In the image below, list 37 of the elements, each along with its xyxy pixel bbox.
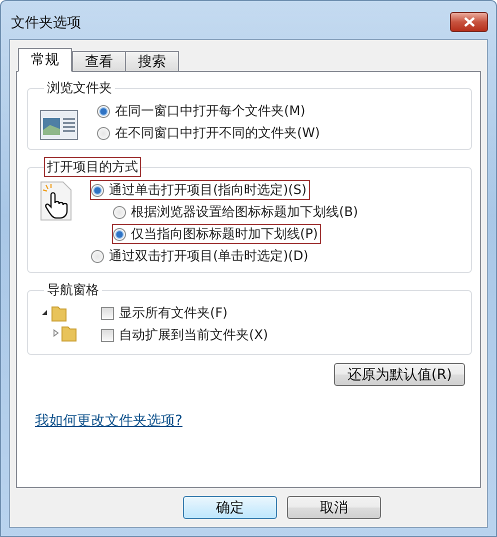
group-title: 导航窗格: [46, 282, 100, 300]
window-icon: [40, 110, 78, 140]
restore-defaults-button[interactable]: 还原为默认值(R): [334, 363, 465, 386]
radio-button[interactable]: [113, 228, 126, 240]
tab[interactable]: 查看: [72, 51, 126, 72]
option-row[interactable]: 在同一窗口中打开每个文件夹(M): [96, 101, 308, 121]
option-label: 根据浏览器设置给图标标题加下划线(B): [131, 204, 358, 221]
option-row[interactable]: 显示所有文件夹(F): [100, 303, 231, 323]
dialog-button[interactable]: 取消: [287, 496, 381, 519]
window-title: 文件夹选项: [11, 14, 81, 32]
group-title: 浏览文件夹: [46, 80, 113, 98]
option-row[interactable]: 根据浏览器设置给图标标题加下划线(B): [112, 202, 362, 222]
option-row[interactable]: 通过双击打开项目(单击时选定)(D): [90, 246, 312, 266]
group-title: 打开项目的方式: [44, 157, 141, 177]
tab[interactable]: 常规: [18, 48, 72, 72]
option-label: 通过单击打开项目(指向时选定)(S): [109, 182, 307, 199]
dialog-button[interactable]: 确定: [183, 496, 277, 519]
help-link[interactable]: 我如何更改文件夹选项?: [35, 412, 182, 430]
radio-button[interactable]: [113, 206, 126, 218]
checkbox[interactable]: [101, 328, 114, 342]
radio-button[interactable]: [91, 184, 104, 196]
option-row[interactable]: 在不同窗口中打开不同的文件夹(W): [96, 123, 323, 143]
option-label: 仅当指向图标标题时加下划线(P): [131, 226, 318, 243]
option-row[interactable]: 自动扩展到当前文件夹(X): [100, 325, 272, 345]
option-label: 自动扩展到当前文件夹(X): [119, 327, 268, 344]
radio-button[interactable]: [91, 250, 104, 262]
option-label: 在同一窗口中打开每个文件夹(M): [115, 103, 306, 120]
hand-pointer-icon: [40, 181, 72, 221]
radio-button[interactable]: [97, 104, 110, 118]
close-icon: [464, 17, 474, 27]
radio-button[interactable]: [97, 126, 110, 140]
option-label: 显示所有文件夹(F): [119, 305, 228, 322]
checkbox[interactable]: [101, 306, 114, 320]
option-label: 在不同窗口中打开不同的文件夹(W): [115, 125, 320, 142]
close-button[interactable]: [450, 12, 488, 32]
tab[interactable]: 搜索: [125, 51, 179, 72]
option-label: 通过双击打开项目(单击时选定)(D): [109, 248, 308, 265]
